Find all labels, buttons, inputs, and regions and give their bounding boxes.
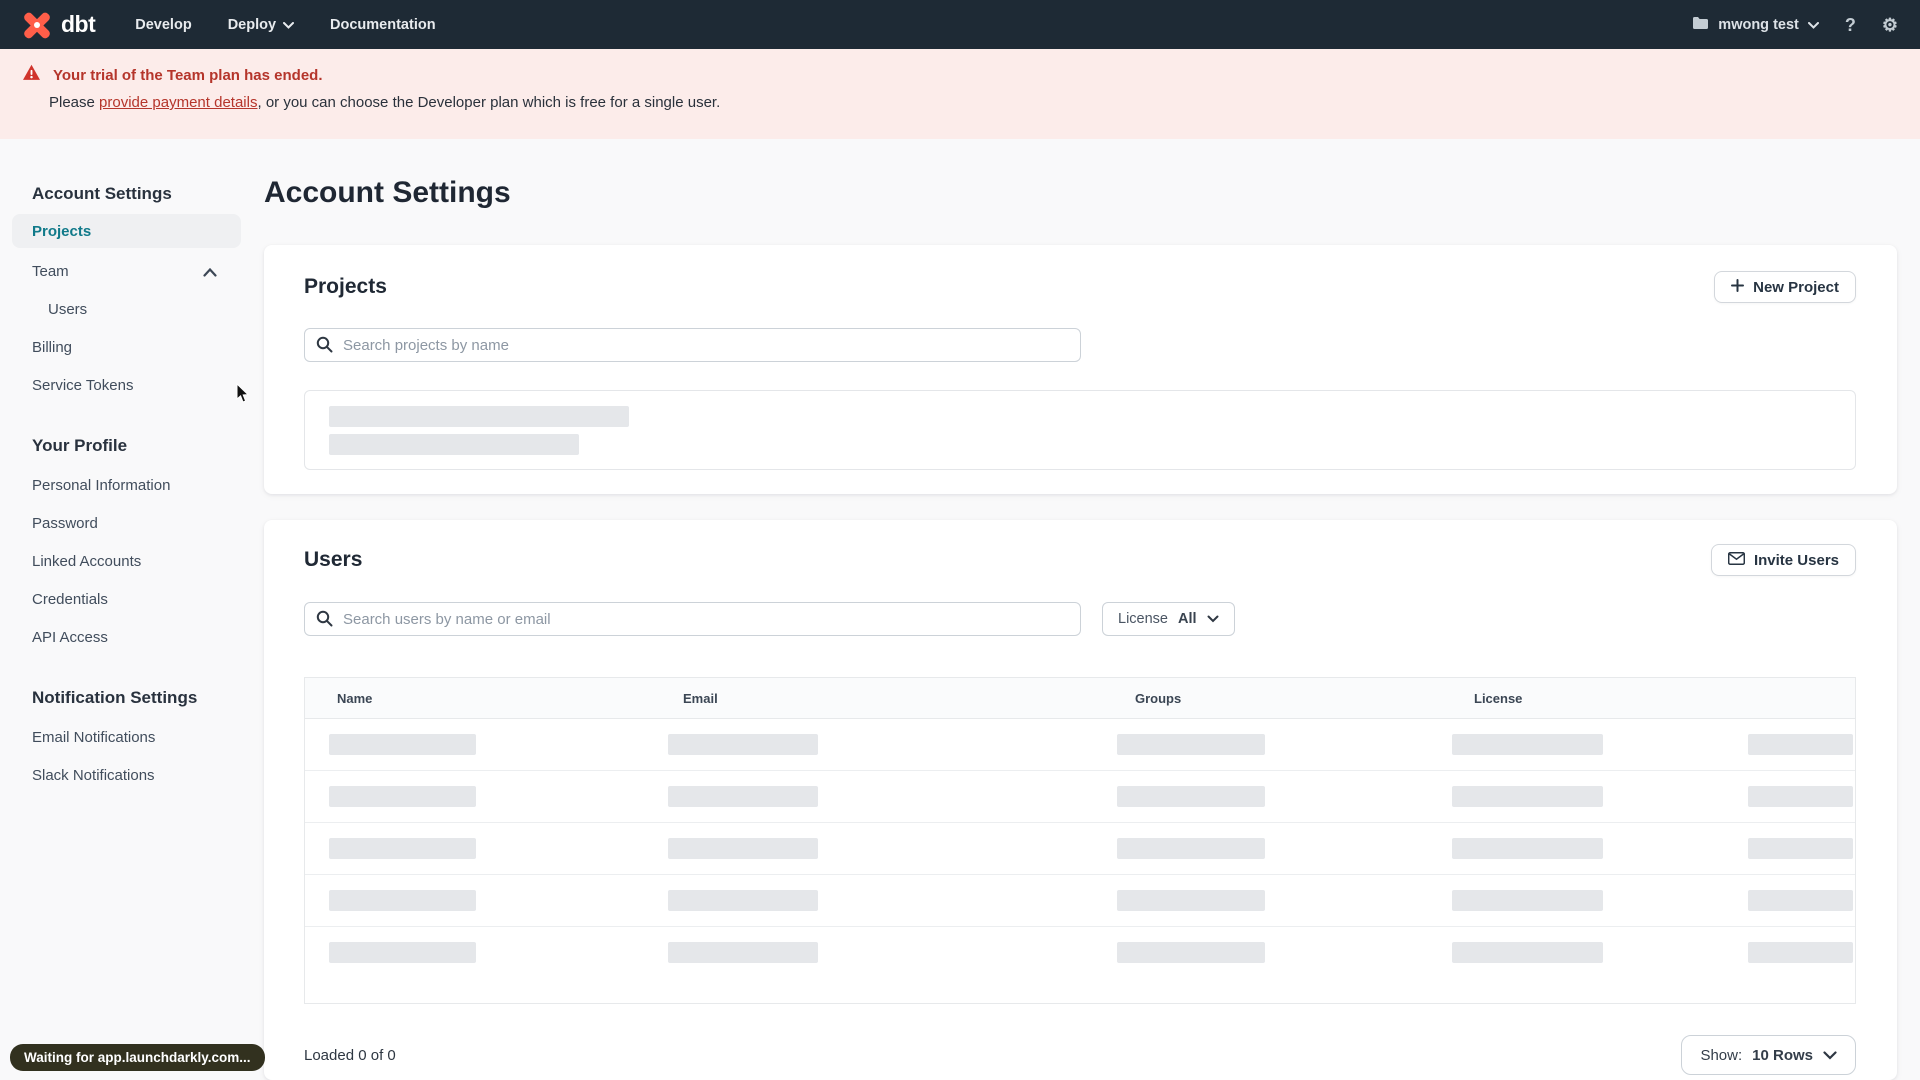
table-row <box>305 927 1855 979</box>
show-rows-dropdown[interactable]: Show: 10 Rows <box>1681 1035 1856 1075</box>
skeleton-bar <box>1117 942 1265 963</box>
skeleton-bar <box>1748 942 1853 963</box>
banner-message: Please provide payment details, or you c… <box>49 94 721 111</box>
skeleton-bar <box>1748 734 1853 755</box>
users-title: Users <box>304 548 363 571</box>
skeleton-bar <box>1748 890 1853 911</box>
chevron-down-icon <box>1807 17 1819 33</box>
main-panel: Account Settings Projects New Project Se… <box>264 139 1897 1080</box>
column-header-name: Name <box>337 691 373 706</box>
mouse-cursor <box>236 382 251 409</box>
users-table: Name Email Groups License <box>304 677 1856 1004</box>
skeleton-bar <box>1117 890 1265 911</box>
dbt-logo-icon <box>22 10 52 40</box>
nav-item-deploy[interactable]: Deploy <box>228 17 295 33</box>
column-header-email: Email <box>683 691 718 706</box>
sidebar-item-password[interactable]: Password <box>12 504 241 542</box>
dbt-logo-text: dbt <box>61 11 96 37</box>
top-nav: dbt Develop Deploy Documentation mwong t… <box>0 0 1920 49</box>
chevron-up-icon <box>203 264 217 281</box>
skeleton-bar <box>329 786 476 807</box>
skeleton-bar <box>1452 890 1603 911</box>
skeleton-bar <box>1452 838 1603 859</box>
nav-item-documentation[interactable]: Documentation <box>330 17 436 33</box>
skeleton-bar <box>668 890 818 911</box>
sidebar-item-team[interactable]: Team <box>12 252 241 290</box>
sidebar-item-slack-notifications[interactable]: Slack Notifications <box>12 756 241 794</box>
banner-title: Your trial of the Team plan has ended. <box>53 66 323 84</box>
projects-section: Projects New Project <box>264 245 1897 494</box>
skeleton-bar <box>329 838 476 859</box>
settings-sidebar: Account Settings Projects Team Users Bil… <box>12 174 241 794</box>
skeleton-bar <box>329 942 476 963</box>
sidebar-heading-notification-settings: Notification Settings <box>32 688 198 707</box>
warning-icon <box>22 64 41 86</box>
skeleton-bar <box>329 406 629 427</box>
chevron-down-icon <box>1207 611 1219 627</box>
sidebar-item-billing[interactable]: Billing <box>12 328 241 366</box>
projects-title: Projects <box>304 275 387 298</box>
sidebar-item-projects[interactable]: Projects <box>12 214 241 248</box>
skeleton-bar <box>1117 734 1265 755</box>
search-icon <box>316 336 333 358</box>
invite-users-button[interactable]: Invite Users <box>1710 544 1856 576</box>
skeleton-bar <box>329 434 579 455</box>
browser-status-bar: Waiting for app.launchdarkly.com... <box>10 1044 265 1071</box>
sidebar-item-users[interactable]: Users <box>12 290 241 328</box>
sidebar-heading-your-profile: Your Profile <box>32 436 128 455</box>
sidebar-heading-account-settings: Account Settings <box>32 184 172 203</box>
account-name: mwong test <box>1718 16 1799 33</box>
sidebar-item-credentials[interactable]: Credentials <box>12 580 241 618</box>
skeleton-bar <box>1117 786 1265 807</box>
users-search-input[interactable] <box>304 602 1081 636</box>
provide-payment-details-link[interactable]: provide payment details <box>99 94 257 111</box>
envelope-icon <box>1727 551 1746 569</box>
account-switcher[interactable]: mwong test <box>1692 16 1819 34</box>
trial-ended-banner: Your trial of the Team plan has ended. P… <box>0 49 1920 139</box>
table-row <box>305 875 1855 927</box>
chevron-down-icon <box>283 17 295 33</box>
skeleton-bar <box>668 786 818 807</box>
skeleton-bar <box>668 734 818 755</box>
sidebar-item-personal-information[interactable]: Personal Information <box>12 466 241 504</box>
skeleton-bar <box>1452 734 1603 755</box>
chevron-down-icon <box>1823 1047 1837 1064</box>
content-area: Account Settings Projects Team Users Bil… <box>0 139 1920 1080</box>
help-icon[interactable]: ? <box>1845 16 1856 34</box>
column-header-groups: Groups <box>1135 691 1182 706</box>
skeleton-bar <box>1452 786 1603 807</box>
skeleton-bar <box>668 838 818 859</box>
page-title: Account Settings <box>264 176 511 209</box>
search-icon <box>316 610 333 632</box>
new-project-button[interactable]: New Project <box>1714 271 1856 303</box>
skeleton-bar <box>1117 838 1265 859</box>
table-row <box>305 719 1855 771</box>
column-header-license: License <box>1474 691 1523 706</box>
gear-icon[interactable]: ⚙ <box>1882 16 1898 34</box>
sidebar-item-service-tokens[interactable]: Service Tokens <box>12 366 241 404</box>
table-row <box>305 771 1855 823</box>
projects-search-input[interactable] <box>304 328 1081 362</box>
skeleton-bar <box>668 942 818 963</box>
skeleton-bar <box>329 734 476 755</box>
skeleton-bar <box>1748 786 1853 807</box>
table-row <box>305 823 1855 875</box>
skeleton-bar <box>1748 838 1853 859</box>
folder-icon <box>1692 16 1709 34</box>
dbt-logo[interactable]: dbt <box>22 10 96 40</box>
skeleton-bar <box>329 890 476 911</box>
loaded-count: Loaded 0 of 0 <box>304 1046 396 1064</box>
projects-loading-box <box>304 390 1856 470</box>
sidebar-item-api-access[interactable]: API Access <box>12 618 241 656</box>
skeleton-bar <box>1452 942 1603 963</box>
license-filter-dropdown[interactable]: License All <box>1102 602 1235 636</box>
users-section: Users Invite Users License All <box>264 520 1897 1080</box>
plus-icon <box>1731 278 1745 296</box>
users-table-header: Name Email Groups License <box>305 678 1855 719</box>
nav-item-develop[interactable]: Develop <box>135 17 191 33</box>
sidebar-item-linked-accounts[interactable]: Linked Accounts <box>12 542 241 580</box>
sidebar-item-email-notifications[interactable]: Email Notifications <box>12 718 241 756</box>
